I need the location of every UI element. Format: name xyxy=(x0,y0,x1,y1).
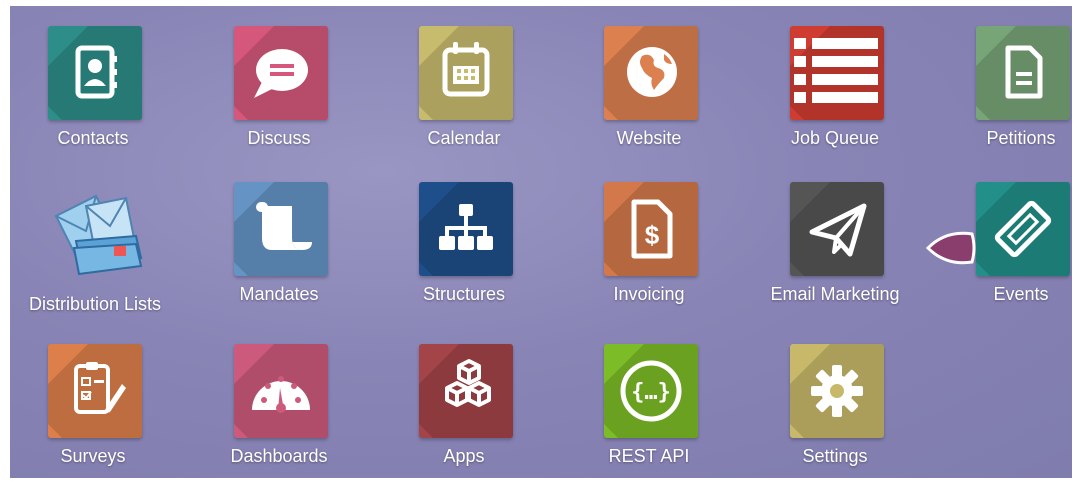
app-calendar[interactable]: Calendar xyxy=(381,6,531,156)
app-label: Email Marketing xyxy=(770,284,900,304)
app-label: REST API xyxy=(608,446,690,466)
survey-clipboard-icon xyxy=(48,344,142,438)
app-launcher-grid: Contacts Discuss Calendar Website Job Qu… xyxy=(10,6,1072,478)
app-label: Surveys xyxy=(60,446,126,466)
contacts-book-icon xyxy=(48,26,142,120)
gear-icon xyxy=(790,344,884,438)
app-petitions[interactable]: Petitions xyxy=(938,6,1072,156)
app-label: Settings xyxy=(802,446,868,466)
app-mandates[interactable]: Mandates xyxy=(196,162,346,312)
app-rest-api[interactable]: {…} REST API xyxy=(566,324,716,474)
chat-bubble-icon xyxy=(234,26,328,120)
svg-text:{…}: {…} xyxy=(631,380,671,405)
list-icon xyxy=(790,26,884,120)
app-label: Distribution Lists xyxy=(28,294,162,314)
globe-icon xyxy=(604,26,698,120)
app-label: Petitions xyxy=(986,128,1056,148)
drag-cursor-icon xyxy=(926,231,976,265)
invoice-dollar-icon: $ xyxy=(604,182,698,276)
app-job-queue[interactable]: Job Queue xyxy=(752,6,902,156)
app-label: Calendar xyxy=(427,128,501,148)
paper-plane-icon xyxy=(790,182,884,276)
calendar-icon xyxy=(419,26,513,120)
app-email-marketing[interactable]: Email Marketing xyxy=(752,162,902,312)
api-braces-icon: {…} xyxy=(604,344,698,438)
app-distribution-lists[interactable]: Distribution Lists xyxy=(10,166,180,316)
org-chart-icon xyxy=(419,182,513,276)
app-surveys[interactable]: Surveys xyxy=(10,324,160,474)
app-discuss[interactable]: Discuss xyxy=(196,6,346,156)
svg-text:$: $ xyxy=(645,220,660,250)
app-label: Contacts xyxy=(57,128,129,148)
app-label: Structures xyxy=(422,284,506,304)
ticket-icon xyxy=(976,182,1070,276)
app-label: Invoicing xyxy=(613,284,685,304)
app-invoicing[interactable]: $ Invoicing xyxy=(566,162,716,312)
app-label: Mandates xyxy=(239,284,319,304)
envelopes-icon xyxy=(54,194,143,276)
cubes-icon xyxy=(419,344,513,438)
app-dashboards[interactable]: Dashboards xyxy=(196,324,346,474)
document-icon xyxy=(976,26,1070,120)
app-label: Apps xyxy=(443,446,485,466)
app-label: Dashboards xyxy=(230,446,328,466)
app-website[interactable]: Website xyxy=(566,6,716,156)
app-structures[interactable]: Structures xyxy=(381,162,531,312)
app-contacts[interactable]: Contacts xyxy=(10,6,160,156)
app-apps[interactable]: Apps xyxy=(381,324,531,474)
app-label: Website xyxy=(616,128,682,148)
scroll-icon xyxy=(234,182,328,276)
app-label: Discuss xyxy=(247,128,311,148)
app-settings[interactable]: Settings xyxy=(752,324,902,474)
app-label: Job Queue xyxy=(790,128,880,148)
app-label: Events xyxy=(993,284,1049,304)
gauge-icon xyxy=(234,344,328,438)
